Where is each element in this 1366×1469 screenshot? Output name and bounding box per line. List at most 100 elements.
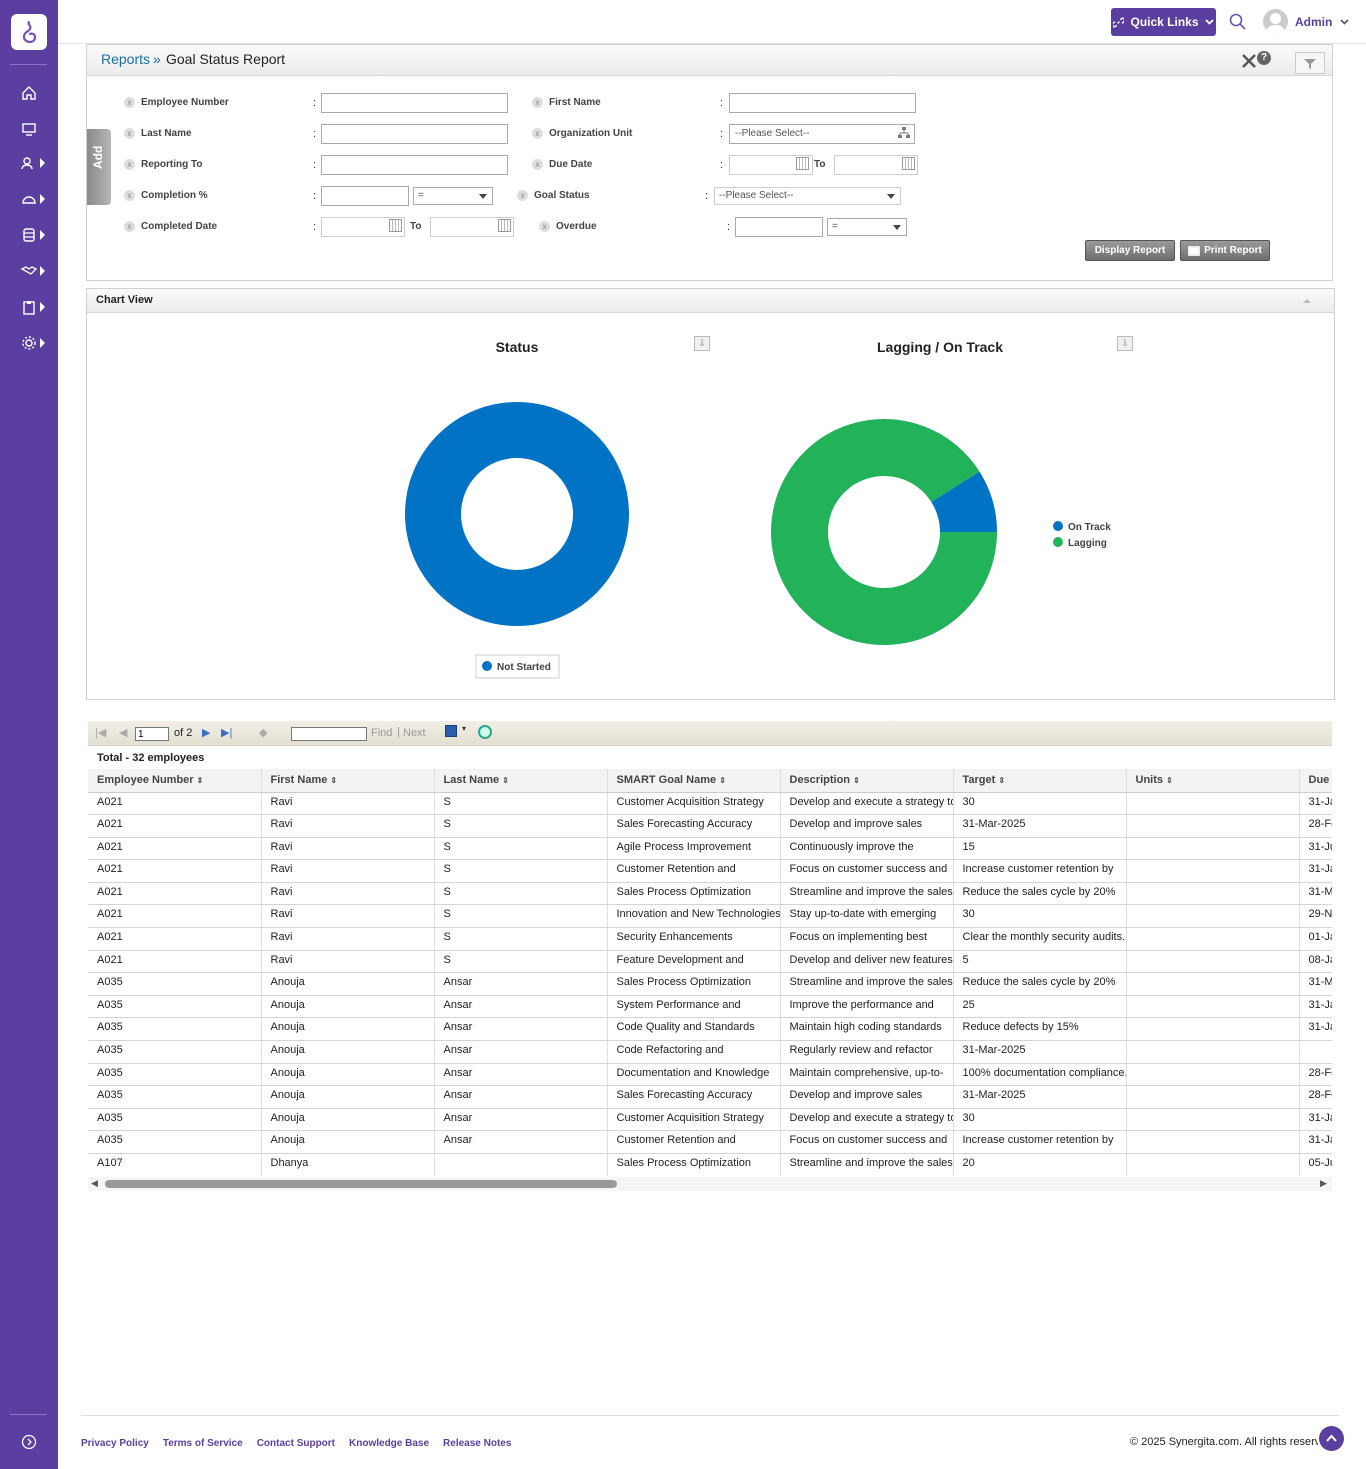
remove-filter-icon[interactable]: x xyxy=(124,128,135,139)
export-dropdown-icon[interactable]: ▾ xyxy=(462,724,466,733)
prev-page-icon[interactable]: ◀ xyxy=(119,726,127,739)
table-cell: Regularly review and refactor xyxy=(780,1040,954,1064)
table-row[interactable]: A035 Anouja Ansar Sales Forecasting Accurac… xyxy=(88,1085,1332,1109)
column-header[interactable]: Target ⇕ xyxy=(953,769,1127,793)
remove-filter-icon[interactable]: x xyxy=(124,221,135,232)
quick-links-button[interactable]: Quick Links xyxy=(1111,8,1216,36)
gear-icon[interactable] xyxy=(0,329,58,357)
table-row[interactable]: A021 Ravi S Security Enhancements Focus on i… xyxy=(88,927,1332,951)
scroll-left-icon[interactable]: ◀ xyxy=(91,1178,98,1189)
breadcrumb-reports-link[interactable]: Reports xyxy=(101,51,150,67)
print-report-button[interactable]: Print Report xyxy=(1180,240,1270,261)
last-name-input[interactable] xyxy=(321,124,508,144)
table-row[interactable]: A035 Anouja Ansar Documentation and Knowled… xyxy=(88,1063,1332,1087)
app-logo[interactable] xyxy=(11,14,47,50)
remove-filter-icon[interactable]: x xyxy=(124,97,135,108)
table-row[interactable]: A021 Ravi S Innovation and New Technologies… xyxy=(88,904,1332,929)
table-row[interactable]: A035 Anouja Ansar Code Refactoring and Regul… xyxy=(88,1040,1332,1064)
calendar-icon[interactable] xyxy=(389,219,402,232)
scroll-top-button[interactable] xyxy=(1319,1426,1344,1451)
avatar[interactable] xyxy=(1263,9,1288,34)
table-row[interactable]: A035 Anouja Ansar System Performance and Imp… xyxy=(88,995,1332,1019)
remove-filter-icon[interactable]: x xyxy=(124,190,135,201)
add-tab[interactable]: Add xyxy=(87,129,111,205)
admin-menu[interactable]: Admin xyxy=(1295,15,1332,29)
download-chart-icon[interactable]: ⇩ xyxy=(694,336,710,351)
column-header[interactable]: Employee Number ⇕ xyxy=(88,769,262,793)
expand-sidebar-icon[interactable] xyxy=(0,1428,58,1456)
collapse-icon[interactable] xyxy=(1302,297,1312,304)
monitor-icon[interactable] xyxy=(0,115,58,143)
table-row[interactable]: A021 Ravi S Feature Development and Develop … xyxy=(88,950,1332,974)
remove-filter-icon[interactable]: x xyxy=(532,159,543,170)
column-header[interactable]: Units ⇕ xyxy=(1126,769,1300,793)
export-icon[interactable] xyxy=(445,725,457,737)
refresh-icon[interactable] xyxy=(478,725,492,739)
find-input[interactable] xyxy=(291,727,367,741)
database-icon[interactable] xyxy=(0,221,58,249)
table-row[interactable]: A035 Anouja Ansar Customer Acquisition Stra… xyxy=(88,1108,1332,1132)
remove-filter-icon[interactable]: x xyxy=(539,221,550,232)
column-header[interactable]: Last Name ⇕ xyxy=(434,769,608,793)
footer-link[interactable]: Contact Support xyxy=(257,1438,335,1449)
column-header[interactable]: First Name ⇕ xyxy=(261,769,435,793)
back-icon[interactable]: ◆ xyxy=(259,726,267,739)
home-icon[interactable] xyxy=(0,79,58,107)
help-icon[interactable]: ? xyxy=(1257,51,1271,65)
overdue-operator-select[interactable]: = xyxy=(827,218,907,236)
first-page-icon[interactable]: |◀ xyxy=(95,726,106,739)
org-tree-icon[interactable] xyxy=(897,126,911,140)
remove-filter-icon[interactable]: x xyxy=(124,159,135,170)
table-row[interactable]: A035 Anouja Ansar Customer Retention and Foc… xyxy=(88,1130,1332,1154)
table-row[interactable]: A035 Anouja Ansar Code Quality and Standard… xyxy=(88,1017,1332,1042)
completion-input[interactable] xyxy=(321,186,409,206)
calendar-icon[interactable] xyxy=(902,157,915,170)
find-link[interactable]: Find xyxy=(371,727,392,739)
download-chart-icon[interactable]: ⇩ xyxy=(1117,336,1133,351)
table-row[interactable]: A021 Ravi S Customer Retention and Focus on … xyxy=(88,859,1332,883)
remove-filter-icon[interactable]: x xyxy=(517,190,528,201)
page-input[interactable] xyxy=(135,727,169,741)
tools-icon[interactable] xyxy=(1240,52,1258,70)
handshake-icon[interactable] xyxy=(0,257,58,285)
table-row[interactable]: A021 Ravi S Agile Process Improvement Contin… xyxy=(88,837,1332,861)
filter-toggle-button[interactable] xyxy=(1295,52,1325,74)
table-row[interactable]: A021 Ravi S Sales Forecasting Accuracy Devel… xyxy=(88,814,1332,838)
table-row[interactable]: A035 Anouja Ansar Sales Process Optimizatio… xyxy=(88,972,1332,996)
column-header[interactable]: SMART Goal Name ⇕ xyxy=(607,769,781,793)
display-report-button[interactable]: Display Report xyxy=(1085,240,1175,261)
overdue-input[interactable] xyxy=(735,217,823,237)
reporting-to-input[interactable] xyxy=(321,155,508,175)
people-icon[interactable] xyxy=(0,149,58,177)
remove-filter-icon[interactable]: x xyxy=(532,97,543,108)
column-header[interactable]: Description ⇕ xyxy=(780,769,954,793)
table-cell: Sales Forecasting Accuracy xyxy=(607,1085,781,1109)
table-row[interactable]: A021 Ravi S Customer Acquisition Strategy De… xyxy=(88,792,1332,816)
calendar-icon[interactable] xyxy=(498,219,511,232)
clipboard-icon[interactable] xyxy=(0,293,58,321)
first-name-input[interactable] xyxy=(729,93,916,113)
table-row[interactable]: A107 Dhanya Sales Process Optimization Stre… xyxy=(88,1153,1332,1176)
calendar-icon[interactable] xyxy=(796,157,809,170)
remove-filter-icon[interactable]: x xyxy=(532,128,543,139)
dashboard-icon[interactable] xyxy=(0,185,58,213)
scroll-thumb[interactable] xyxy=(105,1180,617,1188)
footer-link[interactable]: Knowledge Base xyxy=(349,1438,429,1449)
column-header[interactable]: Due Date ⇕ xyxy=(1299,769,1332,793)
goal-status-select[interactable]: --Please Select-- xyxy=(714,187,901,205)
footer-link[interactable]: Terms of Service xyxy=(163,1438,243,1449)
next-page-icon[interactable]: ▶ xyxy=(202,726,210,739)
footer-link[interactable]: Privacy Policy xyxy=(81,1438,149,1449)
footer-link[interactable]: Release Notes xyxy=(443,1438,511,1449)
last-page-icon[interactable]: ▶| xyxy=(221,726,232,739)
completion-operator-select[interactable]: = xyxy=(413,187,493,205)
scroll-right-icon[interactable]: ▶ xyxy=(1320,1178,1327,1189)
chevron-down-icon[interactable] xyxy=(1340,19,1349,25)
employee-number-input[interactable] xyxy=(321,93,508,113)
table-cell xyxy=(1126,814,1300,838)
next-link[interactable]: Next xyxy=(403,727,426,739)
organization-unit-select[interactable]: --Please Select-- xyxy=(729,124,915,144)
horizontal-scrollbar[interactable]: ◀ ▶ xyxy=(88,1177,1332,1191)
search-icon[interactable] xyxy=(1229,13,1246,30)
table-row[interactable]: A021 Ravi S Sales Process Optimization Strea… xyxy=(88,882,1332,906)
